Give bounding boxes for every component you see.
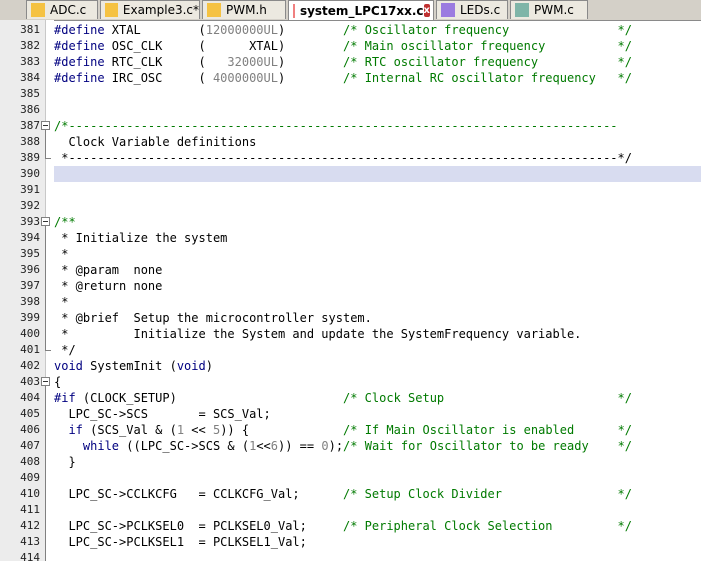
tab-label: PWM.h	[226, 3, 267, 17]
code-line[interactable]: /**	[54, 214, 701, 230]
fold-guide	[45, 130, 46, 158]
tab-system-lpc17xx-c[interactable]: system_LPC17xx.c x	[288, 0, 434, 20]
file-icon	[515, 3, 529, 17]
code-line[interactable]: while ((LPC_SC->SCS & (1<<6)) == 0);/* W…	[54, 438, 701, 454]
line-number: 405	[20, 407, 40, 420]
line-number: 384	[20, 71, 40, 84]
line-number: 412	[20, 519, 40, 532]
line-number: 396	[20, 263, 40, 276]
line-number: 386	[20, 103, 40, 116]
line-number: 404	[20, 391, 40, 404]
code-line[interactable]: #if (CLOCK_SETUP) /* Clock Setup */	[54, 390, 701, 406]
code-line[interactable]: LPC_SC->CCLKCFG = CCLKCFG_Val; /* Setup …	[54, 486, 701, 502]
code-line[interactable]: }	[54, 454, 701, 470]
line-number: 388	[20, 135, 40, 148]
code-line[interactable]: * @brief Setup the microcontroller syste…	[54, 310, 701, 326]
fold-end-marker	[45, 350, 51, 351]
line-number: 403	[20, 375, 40, 388]
code-line[interactable]: #define RTC_CLK ( 32000UL) /* RTC oscill…	[54, 54, 701, 70]
line-number: 387	[20, 119, 40, 132]
code-line[interactable]: #define IRC_OSC ( 4000000UL) /* Internal…	[54, 70, 701, 86]
code-line[interactable]: * Initialize the system	[54, 230, 701, 246]
line-number: 414	[20, 551, 40, 564]
line-number: 410	[20, 487, 40, 500]
code-line[interactable]: *---------------------------------------…	[54, 150, 701, 166]
code-line[interactable]: LPC_SC->PCLKSEL1 = PCLKSEL1_Val;	[54, 534, 701, 550]
line-number: 390	[20, 167, 40, 180]
line-number: 393	[20, 215, 40, 228]
line-number: 411	[20, 503, 40, 516]
code-line[interactable]: #define OSC_CLK ( XTAL) /* Main oscillat…	[54, 38, 701, 54]
file-icon	[31, 3, 45, 17]
code-line[interactable]: * Initialize the System and update the S…	[54, 326, 701, 342]
code-line[interactable]	[54, 550, 701, 566]
file-icon	[441, 3, 455, 17]
code-line[interactable]	[54, 502, 701, 518]
tab-example3-c[interactable]: Example3.c*	[100, 0, 200, 19]
code-line[interactable]: {	[54, 374, 701, 390]
line-number: 385	[20, 87, 40, 100]
line-number: 392	[20, 199, 40, 212]
line-number: 402	[20, 359, 40, 372]
line-number: 400	[20, 327, 40, 340]
code-line[interactable]: LPC_SC->PCLKSEL0 = PCLKSEL0_Val; /* Peri…	[54, 518, 701, 534]
line-number: 391	[20, 183, 40, 196]
fold-end-marker	[45, 158, 51, 159]
tab-leds-c[interactable]: LEDs.c	[436, 0, 508, 19]
code-line[interactable]	[54, 470, 701, 486]
current-line-highlight	[54, 166, 701, 182]
code-line[interactable]: #define XTAL (12000000UL) /* Oscillator …	[54, 22, 701, 38]
tab-label: PWM.c	[534, 3, 574, 17]
line-number: 398	[20, 295, 40, 308]
line-number: 397	[20, 279, 40, 292]
tab-label: LEDs.c	[460, 3, 501, 17]
code-line[interactable]	[54, 198, 701, 214]
code-line[interactable]: *	[54, 294, 701, 310]
tab-label: ADC.c	[50, 3, 87, 17]
code-line[interactable]	[54, 86, 701, 102]
file-icon	[293, 3, 295, 18]
line-number: 383	[20, 55, 40, 68]
code-line[interactable]: * @return none	[54, 278, 701, 294]
file-icon	[207, 3, 221, 17]
line-number: 409	[20, 471, 40, 484]
line-number: 395	[20, 247, 40, 260]
fold-toggle-icon[interactable]	[41, 121, 50, 130]
line-number: 394	[20, 231, 40, 244]
close-tab-icon[interactable]: x	[423, 4, 430, 17]
line-number: 408	[20, 455, 40, 468]
code-line[interactable]: Clock Variable definitions	[54, 134, 701, 150]
tab-pwm-h[interactable]: PWM.h	[202, 0, 286, 19]
code-line[interactable]	[54, 102, 701, 118]
fold-guide	[45, 386, 46, 561]
file-icon	[105, 3, 118, 17]
line-number: 399	[20, 311, 40, 324]
code-line[interactable]: LPC_SC->SCS = SCS_Val;	[54, 406, 701, 422]
fold-toggle-icon[interactable]	[41, 217, 50, 226]
tab-pwm-c[interactable]: PWM.c	[510, 0, 588, 19]
tab-label: Example3.c*	[122, 3, 199, 17]
code-line[interactable]: void SystemInit (void)	[54, 358, 701, 374]
tab-label: system_LPC17xx.c	[299, 3, 424, 18]
code-line[interactable]: */	[54, 342, 701, 358]
fold-margin	[46, 20, 54, 561]
code-line[interactable]: /*--------------------------------------…	[54, 118, 701, 134]
line-number: 406	[20, 423, 40, 436]
code-line[interactable]: * @param none	[54, 262, 701, 278]
fold-toggle-icon[interactable]	[41, 377, 50, 386]
line-number: 401	[20, 343, 40, 356]
line-number: 382	[20, 39, 40, 52]
code-line[interactable]: *	[54, 246, 701, 262]
line-number: 389	[20, 151, 40, 164]
fold-guide	[45, 226, 46, 350]
tab-adc-c[interactable]: ADC.c	[26, 0, 98, 19]
line-number: 413	[20, 535, 40, 548]
line-number: 381	[20, 23, 40, 36]
code-line[interactable]	[54, 182, 701, 198]
code-line[interactable]: if (SCS_Val & (1 << 5)) { /* If Main Osc…	[54, 422, 701, 438]
line-number: 407	[20, 439, 40, 452]
